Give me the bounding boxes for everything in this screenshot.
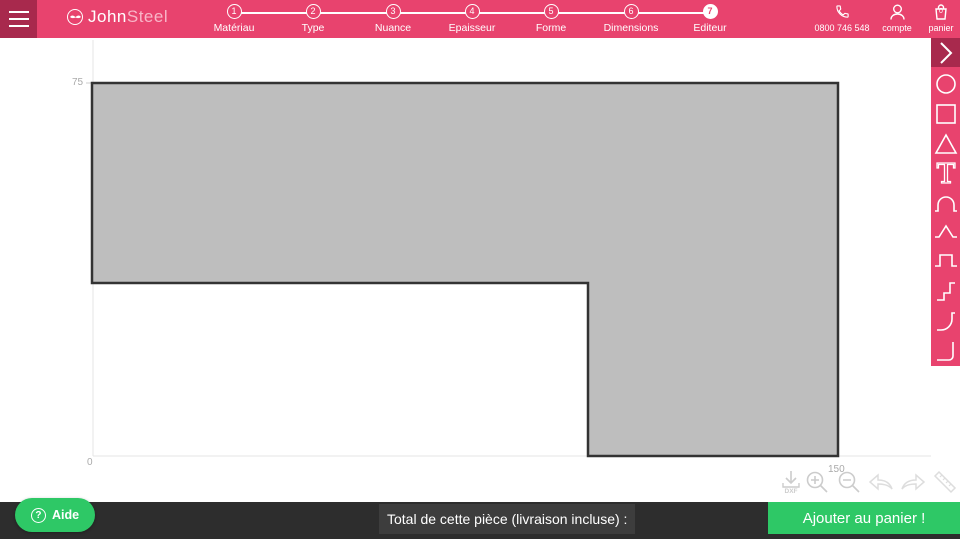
step-label: Nuance: [374, 22, 412, 34]
tool-collapse[interactable]: [931, 38, 960, 67]
tool-circle[interactable]: [931, 69, 960, 98]
square-icon: [935, 103, 956, 124]
y-max-label: 75: [72, 77, 84, 88]
text-icon: [935, 161, 956, 184]
step-label: Dimensions: [603, 22, 659, 34]
stairs-icon: [936, 281, 955, 301]
curve-corner-icon: [936, 311, 955, 331]
step-materiau[interactable]: 1 Matériau: [189, 4, 279, 34]
drawing-area[interactable]: [0, 38, 931, 502]
zoom-out-icon: [838, 471, 860, 493]
account-label: compte: [882, 23, 912, 33]
rounded-corner-icon: [936, 341, 954, 361]
tool-triangle[interactable]: [931, 129, 960, 158]
step-type[interactable]: 2 Type: [268, 4, 358, 34]
editor-canvas[interactable]: 75 0 150: [0, 38, 931, 502]
chevron-right-icon: [939, 41, 952, 64]
cart-label: panier: [928, 23, 954, 33]
download-dxf-button[interactable]: DXF: [778, 468, 804, 496]
step-nuance[interactable]: 3 Nuance: [348, 4, 438, 34]
add-to-cart-button[interactable]: Ajouter au panier !: [768, 502, 960, 534]
arch-icon: [934, 195, 957, 212]
tool-notch[interactable]: [931, 245, 960, 274]
peak-icon: [934, 224, 957, 238]
ruler-icon: [933, 470, 957, 494]
tool-text[interactable]: [931, 158, 960, 187]
bottom-bar: ? Aide Total de cette pièce (livraison i…: [0, 498, 960, 539]
user-icon: [879, 3, 915, 20]
shape-toolbar: [931, 38, 960, 366]
help-button[interactable]: ? Aide: [15, 498, 95, 532]
step-number: 3: [385, 4, 401, 19]
undo-button[interactable]: [868, 468, 894, 496]
tool-rectangle[interactable]: [931, 99, 960, 128]
origin-label: 0: [87, 457, 93, 468]
step-forme[interactable]: 5 Forme: [506, 4, 596, 34]
step-number: 7: [702, 4, 718, 19]
step-number: 6: [623, 4, 639, 19]
help-label: Aide: [51, 508, 80, 522]
phone-icon: [812, 3, 872, 20]
tool-stairs[interactable]: [931, 276, 960, 305]
total-price-label: Total de cette pièce (livraison incluse)…: [379, 504, 636, 534]
step-label: Editeur: [693, 22, 727, 34]
download-dxf-icon: DXF: [782, 471, 800, 495]
step-editeur[interactable]: 7 Editeur: [665, 4, 755, 34]
cart-count: 0: [939, 8, 943, 15]
question-icon: ?: [30, 507, 46, 523]
top-header: John Steel 1 Matériau 2 Type 3 Nuance 4 E…: [0, 0, 960, 38]
measure-button[interactable]: [932, 468, 958, 496]
redo-button[interactable]: [900, 468, 926, 496]
tool-peak[interactable]: [931, 216, 960, 245]
tool-rounded-corner[interactable]: [931, 336, 960, 365]
l-shape-part[interactable]: [90, 81, 840, 458]
svg-text:DXF: DXF: [785, 488, 798, 495]
step-notch-icon: [934, 253, 957, 267]
cart-icon: 0: [924, 3, 958, 20]
phone-contact[interactable]: 0800 746 548: [812, 3, 872, 33]
step-label: Epaisseur: [448, 22, 496, 34]
zoom-in-icon: [806, 471, 828, 493]
zoom-out-button[interactable]: [836, 468, 862, 496]
step-number: 1: [226, 4, 242, 19]
circle-icon: [935, 73, 956, 94]
step-label: Forme: [535, 22, 567, 34]
triangle-icon: [934, 132, 957, 154]
tool-arch[interactable]: [931, 188, 960, 217]
tool-curve-corner[interactable]: [931, 306, 960, 335]
step-epaisseur[interactable]: 4 Epaisseur: [427, 4, 517, 34]
zoom-in-button[interactable]: [804, 468, 830, 496]
step-label: Type: [301, 22, 325, 34]
step-number: 2: [305, 4, 321, 19]
account-button[interactable]: compte: [879, 3, 915, 33]
cart-button[interactable]: 0 panier: [924, 3, 958, 33]
phone-number: 0800 746 548: [814, 23, 870, 33]
step-number: 4: [464, 4, 480, 19]
step-dimensions[interactable]: 6 Dimensions: [586, 4, 676, 34]
redo-icon: [901, 473, 926, 491]
step-label: Matériau: [213, 22, 255, 34]
step-number: 5: [543, 4, 559, 19]
undo-icon: [868, 473, 893, 491]
